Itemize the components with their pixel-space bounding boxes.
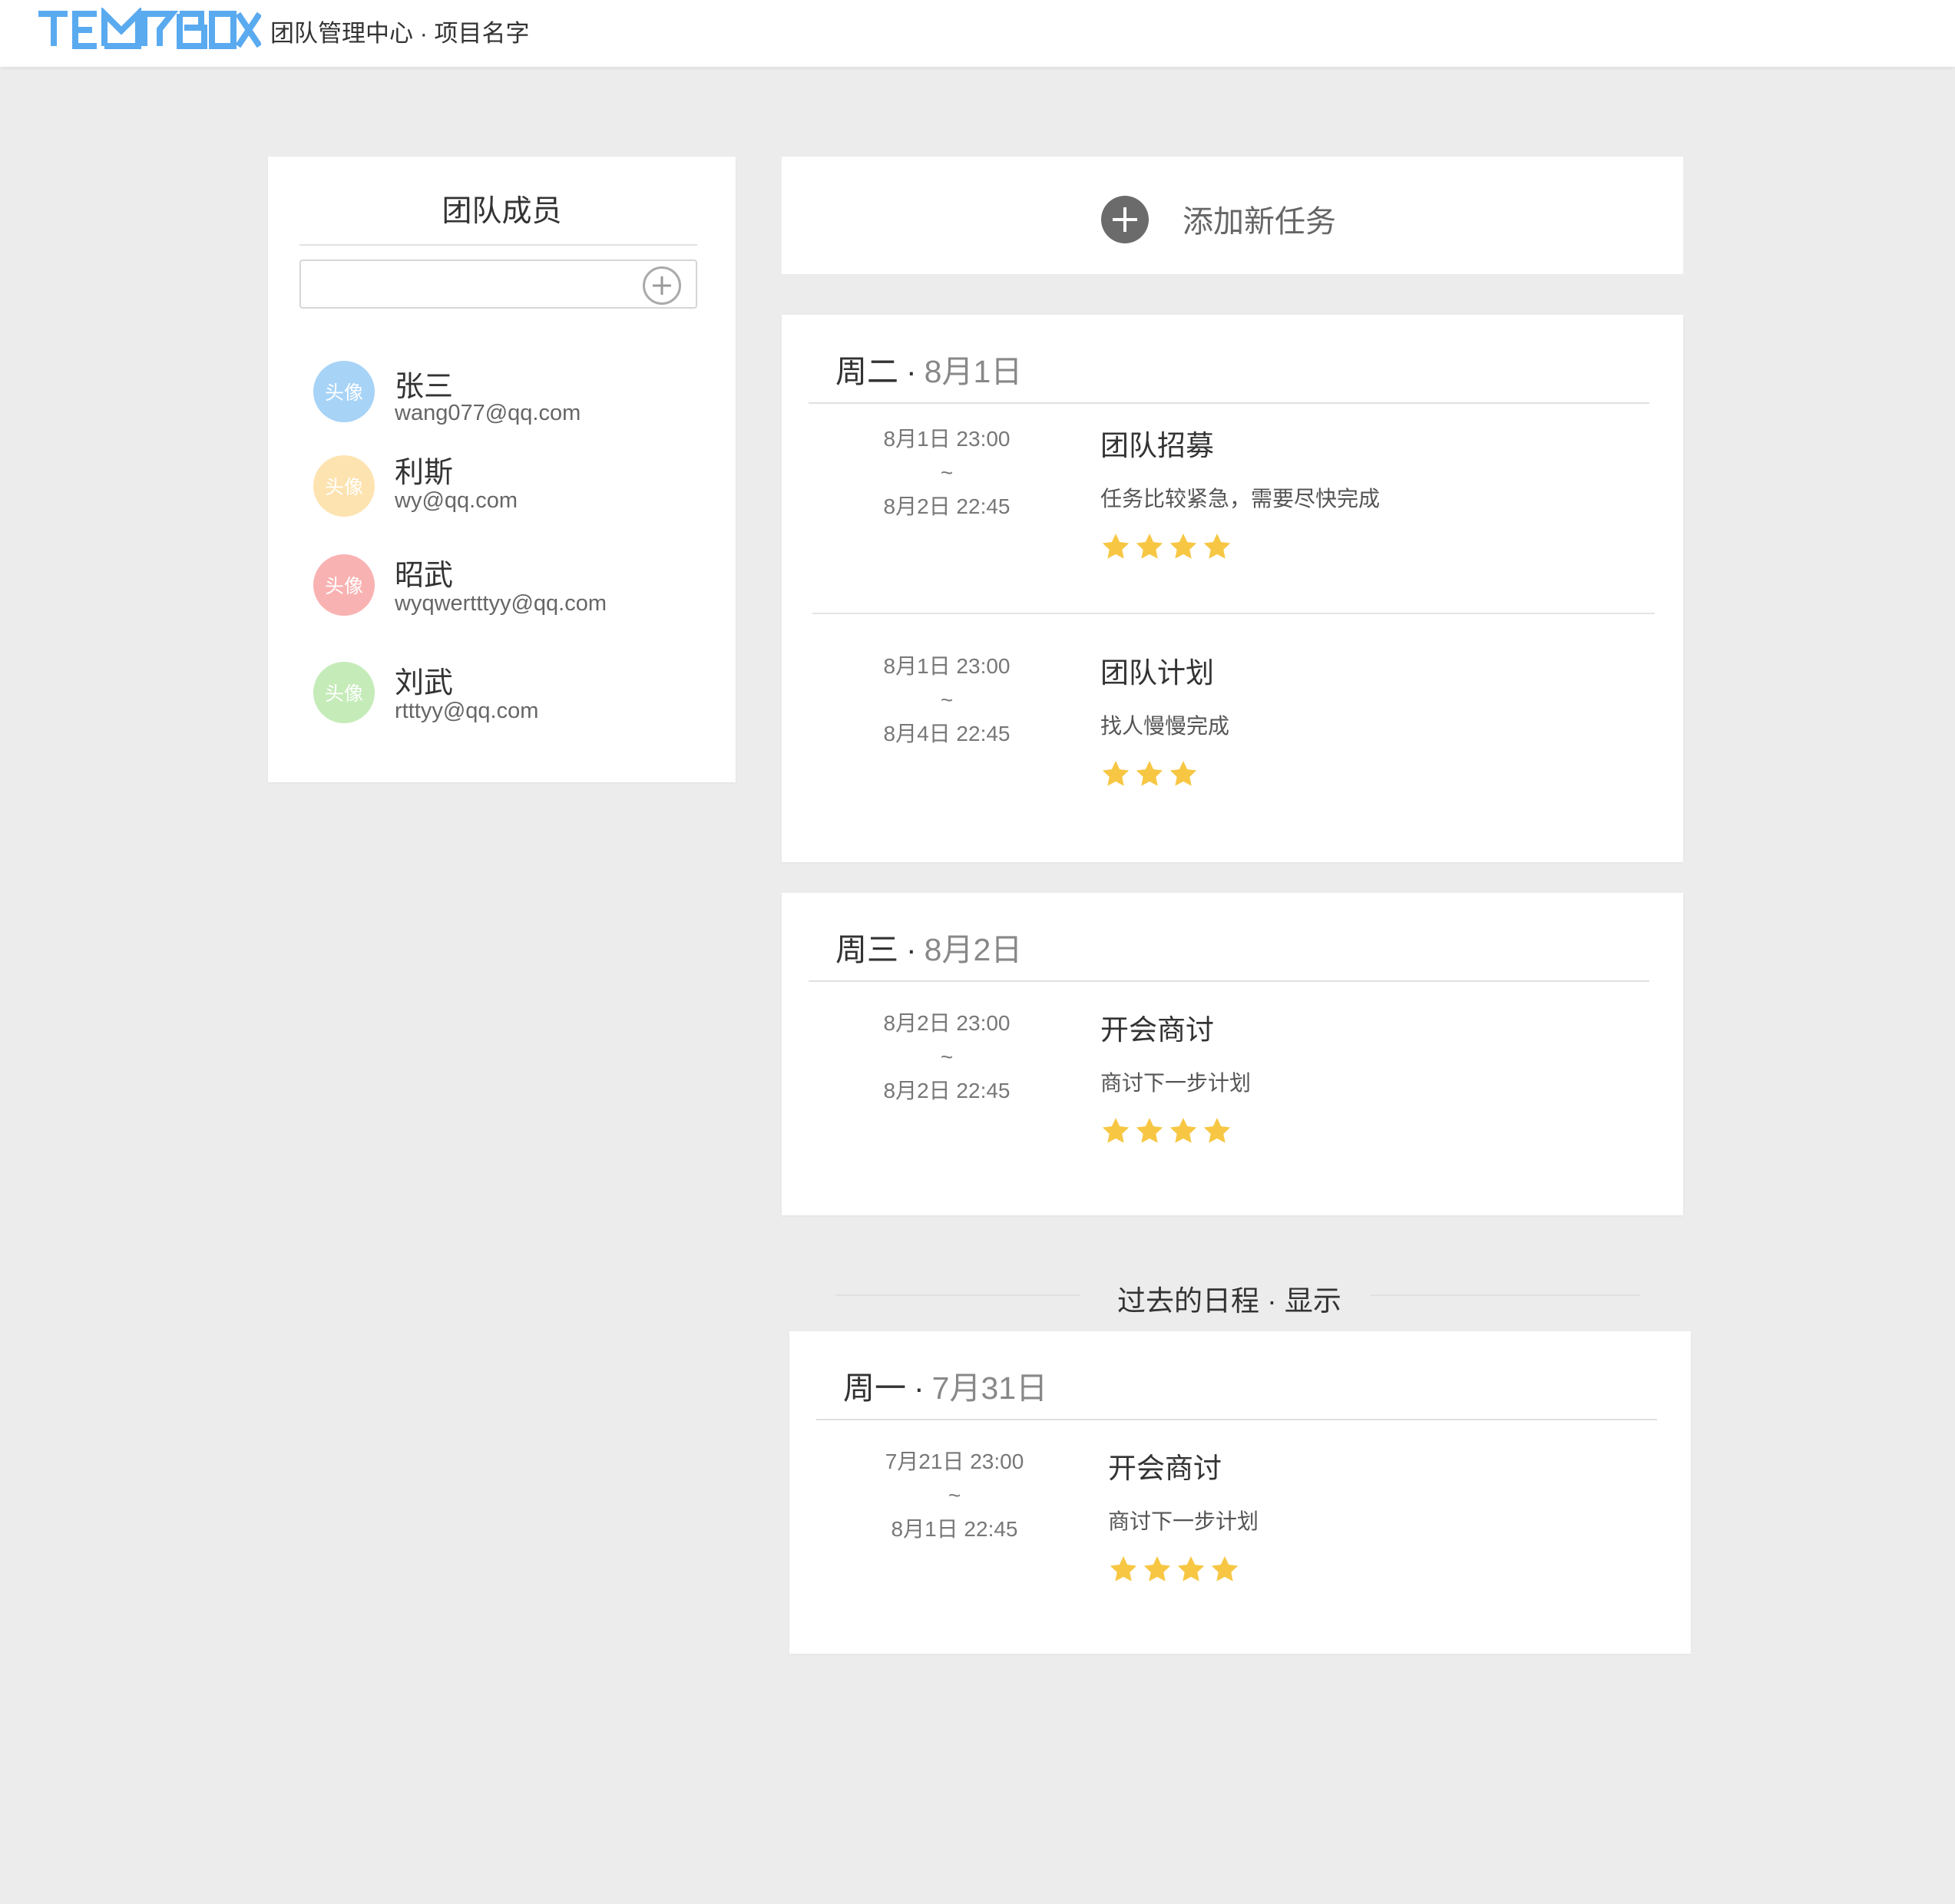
member-name: 刘武 bbox=[395, 667, 454, 699]
page-title: 团队管理中心 · 项目名字 bbox=[270, 20, 530, 47]
add-task-button[interactable]: 添加新任务 bbox=[782, 157, 1683, 274]
star-icon bbox=[1203, 534, 1231, 559]
day-date: 7月31日 bbox=[931, 1370, 1048, 1406]
task-start-time: 7月21日 23:00 bbox=[885, 1449, 1024, 1473]
task-priority-stars bbox=[1108, 1554, 1240, 1585]
task-title: 团队招募 bbox=[1100, 430, 1214, 461]
plus-circle-icon[interactable] bbox=[1101, 196, 1149, 243]
day-weekday: 周一 bbox=[843, 1370, 906, 1406]
day-weekday: 周二 bbox=[835, 354, 898, 389]
plus-circle-icon[interactable] bbox=[643, 266, 681, 305]
task-priority-stars bbox=[1100, 531, 1232, 562]
member-name: 利斯 bbox=[395, 457, 454, 489]
day-card: 周三 · 8月2日 8月2日 23:00 ~ 8月2日 22:45 开会商讨 商讨下… bbox=[782, 893, 1683, 1215]
task-start-time: 8月1日 23:00 bbox=[883, 427, 1011, 451]
past-schedule-separator: · bbox=[1267, 1285, 1277, 1317]
star-icon bbox=[1211, 1556, 1239, 1582]
task-description: 找人慢慢完成 bbox=[1100, 714, 1230, 738]
divider bbox=[299, 244, 697, 246]
task-item[interactable]: 8月1日 23:00 ~ 8月4日 22:45 团队计划 找人慢慢完成 bbox=[782, 650, 1683, 786]
task-item[interactable]: 7月21日 23:00 ~ 8月1日 22:45 开会商讨 商讨下一步计划 bbox=[789, 1445, 1691, 1582]
member-name: 昭武 bbox=[395, 560, 454, 592]
task-item[interactable]: 8月2日 23:00 ~ 8月2日 22:45 开会商讨 商讨下一步计划 bbox=[782, 1007, 1683, 1143]
task-end-time: 8月4日 22:45 bbox=[883, 722, 1011, 745]
divider bbox=[812, 613, 1655, 614]
task-end-time: 8月2日 22:45 bbox=[883, 494, 1011, 518]
star-icon bbox=[1177, 1556, 1205, 1582]
avatar: 头像 bbox=[313, 361, 375, 422]
day-separator: · bbox=[906, 932, 917, 967]
member-email: wy@qq.com bbox=[395, 488, 518, 513]
teambox-logo[interactable] bbox=[37, 8, 261, 51]
task-time-separator: ~ bbox=[940, 1045, 954, 1069]
task-title: 开会商讨 bbox=[1100, 1014, 1214, 1046]
day-separator: · bbox=[914, 1370, 925, 1406]
task-priority-stars bbox=[1100, 759, 1199, 789]
task-start-time: 8月1日 23:00 bbox=[883, 654, 1011, 678]
star-icon bbox=[1136, 534, 1163, 559]
member-email: wang077@qq.com bbox=[395, 401, 581, 425]
task-start-time: 8月2日 23:00 bbox=[883, 1011, 1011, 1035]
star-icon bbox=[1203, 1118, 1231, 1143]
member-item[interactable]: 头像 刘武 rtttyy@qq.com bbox=[268, 656, 736, 740]
task-description: 商讨下一步计划 bbox=[1100, 1071, 1252, 1095]
star-icon bbox=[1102, 761, 1130, 786]
star-icon bbox=[1136, 1118, 1163, 1143]
day-header: 周一 · 7月31日 bbox=[843, 1362, 1047, 1408]
star-icon bbox=[1102, 1118, 1130, 1143]
member-search-input[interactable] bbox=[299, 259, 697, 309]
task-end-time: 8月1日 22:45 bbox=[891, 1517, 1018, 1541]
task-description: 任务比较紧急，需要尽快完成 bbox=[1100, 487, 1381, 511]
member-email: wyqwertttyy@qq.com bbox=[395, 591, 607, 616]
member-name: 张三 bbox=[395, 371, 454, 403]
team-members-panel: 团队成员 头像 张三 wang077@qq.com 头像 利斯 wy@qq.co… bbox=[268, 157, 736, 782]
task-time-separator: ~ bbox=[948, 1483, 961, 1507]
star-icon bbox=[1143, 1556, 1171, 1582]
star-icon bbox=[1136, 761, 1163, 786]
add-task-label: 添加新任务 bbox=[1183, 205, 1336, 239]
divider bbox=[809, 402, 1649, 404]
star-icon bbox=[1169, 534, 1197, 559]
day-card: 周二 · 8月1日 8月1日 23:00 ~ 8月2日 22:45 团队招募 任务比… bbox=[782, 315, 1683, 862]
task-title: 开会商讨 bbox=[1108, 1453, 1222, 1484]
task-item[interactable]: 8月1日 23:00 ~ 8月2日 22:45 团队招募 任务比较紧急，需要尽快… bbox=[782, 422, 1683, 559]
task-priority-stars bbox=[1100, 1116, 1232, 1146]
star-icon bbox=[1110, 1556, 1137, 1582]
divider bbox=[835, 1294, 1080, 1296]
day-date: 8月1日 bbox=[924, 354, 1023, 389]
day-weekday: 周三 bbox=[835, 932, 898, 967]
star-icon bbox=[1102, 534, 1130, 559]
day-header: 周三 · 8月2日 bbox=[835, 924, 1022, 970]
day-date: 8月2日 bbox=[924, 932, 1023, 967]
day-header: 周二 · 8月1日 bbox=[835, 345, 1022, 392]
member-item[interactable]: 头像 利斯 wy@qq.com bbox=[268, 445, 736, 530]
task-time-separator: ~ bbox=[940, 461, 954, 484]
task-title: 团队计划 bbox=[1100, 657, 1214, 689]
task-description: 商讨下一步计划 bbox=[1108, 1509, 1259, 1533]
past-schedule-label: 过去的日程 bbox=[1117, 1285, 1259, 1317]
show-past-toggle[interactable]: 显示 bbox=[1285, 1285, 1341, 1317]
avatar: 头像 bbox=[313, 455, 375, 517]
task-time-separator: ~ bbox=[940, 688, 954, 712]
member-email: rtttyy@qq.com bbox=[395, 699, 539, 723]
member-item[interactable]: 头像 张三 wang077@qq.com bbox=[268, 355, 736, 439]
past-schedule-header: 过去的日程 · 显示 bbox=[1117, 1278, 1341, 1319]
top-bar: 团队管理中心 · 项目名字 bbox=[0, 0, 1955, 67]
star-icon bbox=[1169, 1118, 1197, 1143]
member-item[interactable]: 头像 昭武 wyqwertttyy@qq.com bbox=[268, 548, 736, 633]
star-icon bbox=[1169, 761, 1197, 786]
avatar: 头像 bbox=[313, 554, 375, 616]
members-title: 团队成员 bbox=[442, 195, 562, 228]
divider bbox=[809, 980, 1649, 982]
day-separator: · bbox=[906, 354, 917, 389]
task-end-time: 8月2日 22:45 bbox=[883, 1079, 1011, 1102]
divider bbox=[816, 1419, 1657, 1420]
day-card: 周一 · 7月31日 7月21日 23:00 ~ 8月1日 22:45 开会商讨 商… bbox=[789, 1331, 1691, 1654]
divider bbox=[1371, 1294, 1639, 1296]
avatar: 头像 bbox=[313, 662, 375, 723]
